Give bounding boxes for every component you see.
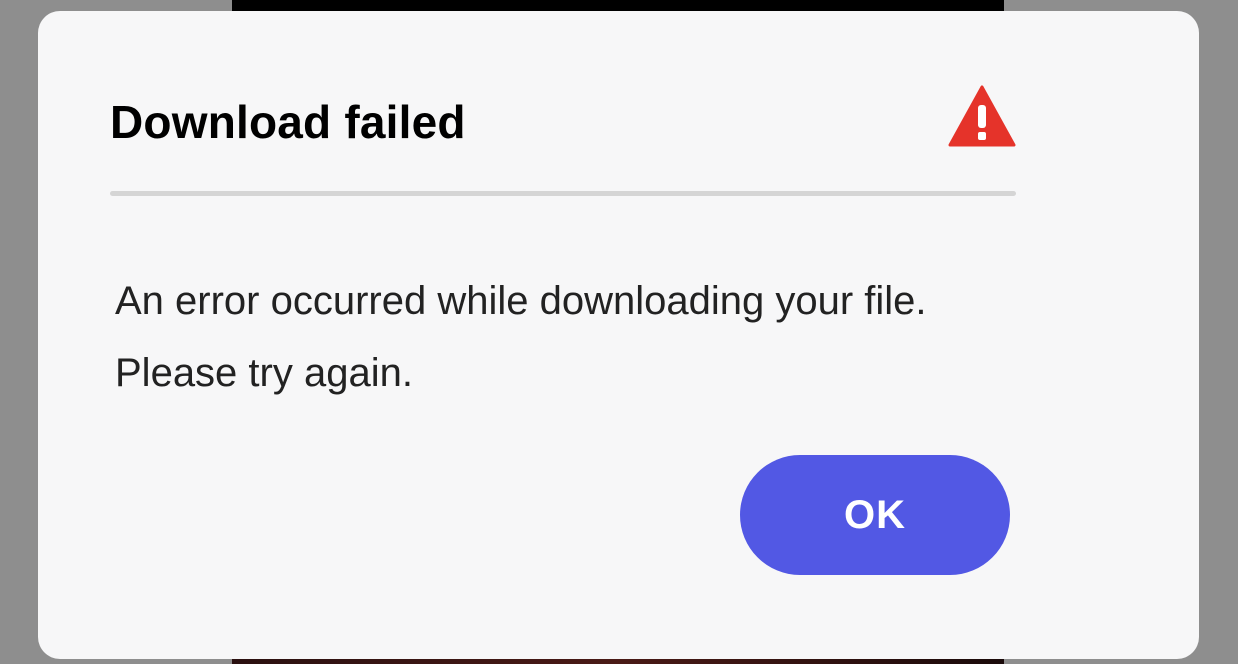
header-divider	[110, 191, 1016, 196]
dialog-header: Download failed	[110, 85, 1016, 197]
dialog-message: An error occurred while downloading your…	[115, 279, 927, 395]
ok-button[interactable]: OK	[740, 455, 1010, 575]
warning-icon	[948, 85, 1016, 147]
error-dialog: Download failed An error occurred while …	[38, 11, 1199, 659]
dialog-title: Download failed	[110, 96, 466, 148]
